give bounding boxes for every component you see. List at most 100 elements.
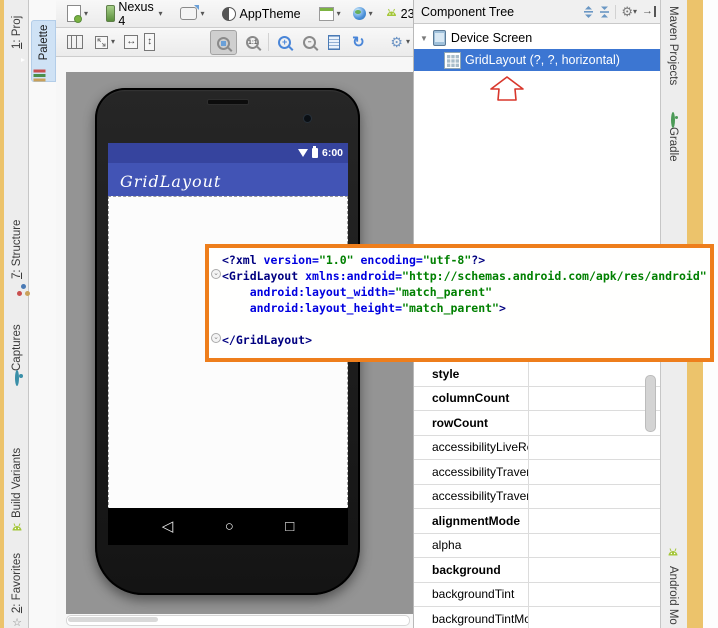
property-value[interactable] [528,484,660,508]
horizontal-arrow-icon: ↔ [126,36,137,47]
property-value[interactable] [528,411,660,435]
toolwindow-tab-7---structure[interactable]: 7: Structure [5,190,28,284]
property-value[interactable] [528,435,660,459]
orientation-selector[interactable]: ▾ [177,5,207,22]
configuration-button[interactable]: ▾ [64,3,91,24]
zoom-to-fit-button[interactable] [210,29,238,55]
favorites-icon: ☆ [11,617,22,628]
property-row[interactable]: backgroundTintMode [414,607,660,628]
collapse-triangle-icon[interactable]: ▼ [420,34,428,43]
stretch-horizontal-button[interactable]: ↔ [124,35,139,49]
configuration-icon [67,5,82,23]
property-value[interactable] [528,386,660,410]
chevron-down-icon: ▾ [111,37,116,46]
chevron-down-icon: ▾ [368,8,373,18]
property-value[interactable] [528,558,660,582]
expand-to-fit-button[interactable]: ▾ [92,34,118,51]
properties-table: style columnCount rowCount accessibilityLiv… [414,362,660,628]
xml-code-line [222,316,708,332]
designer-toolbar-row2: ▾ ↔ ↕ 1:1 + − ↻ ⚙ ▾ [56,28,413,57]
collapse-all-button[interactable] [599,6,610,18]
battery-icon [311,146,318,158]
toolwindow-tab-captures[interactable]: Captures [5,296,28,386]
theme-selector[interactable]: AppTheme [219,5,303,23]
toolwindow-tab-gradle[interactable]: Gradle [662,112,685,190]
xml-code-line: <?xml version="1.0" encoding="utf-8"?> [222,253,486,267]
show-columns-button[interactable] [64,33,86,51]
xml-code-line: android:layout_height="match_parent"> [249,301,506,315]
property-row[interactable]: columnCount [414,386,660,411]
fold-marker-icon[interactable]: ⌄ [211,333,221,343]
gradle-icon [671,112,676,128]
xml-code-line: <GridLayout xmlns:android="http://schema… [222,269,707,283]
property-row[interactable]: alpha [414,533,660,558]
refresh-button[interactable]: ↻ [349,33,368,52]
xml-code: <?xml version="1.0" encoding="utf-8"?> <G… [222,252,708,356]
gear-icon: ⚙ [390,34,403,50]
designer-settings-button[interactable]: ⚙ ▾ [387,33,413,51]
property-row[interactable]: backgroundTint [414,582,660,607]
zoom-out-icon: − [303,35,317,49]
app-title: GridLayout [120,172,222,191]
locale-selector[interactable]: ▾ [350,5,376,22]
toolwindow-tab-2---favorites[interactable]: ☆ 2: Favorites [5,538,28,628]
device-selector[interactable]: Nexus 4 ▾ [103,0,165,30]
property-row[interactable]: accessibilityLiveRegion [414,435,660,460]
xml-code-line: </GridLayout> [222,333,313,347]
status-time: 6:00 [321,147,343,159]
panel-settings-button[interactable]: ⚙ ▾ [621,5,637,18]
xml-code-line: android:layout_width="match_parent" [249,285,493,299]
property-row[interactable]: rowCount [414,411,660,436]
property-name: backgroundTint [432,587,515,602]
horizontal-scrollbar-thumb[interactable] [68,617,158,622]
preview-xml-button[interactable] [325,33,343,52]
property-name: style [432,366,460,381]
zoom-out-button[interactable]: − [300,34,319,51]
hide-panel-icon[interactable]: → [642,6,656,17]
property-row[interactable]: alignmentMode [414,509,660,534]
tab-palette[interactable]: Palette [31,20,56,82]
tree-row-gridlayout[interactable]: GridLayout (?, ?, horizontal) [414,49,660,71]
activity-selector[interactable]: ▾ [316,5,344,23]
property-row[interactable]: accessibilityTraversalAfter [414,460,660,485]
zoom-actual-size-button[interactable]: 1:1 [243,34,262,51]
stretch-vertical-button[interactable]: ↕ [144,33,155,51]
property-value[interactable] [528,509,660,533]
property-value[interactable] [528,607,660,628]
property-value[interactable] [528,460,660,484]
property-value[interactable] [528,582,660,606]
android-studio-designer: Palette ▾ Nexus 4 ▾ ▾ AppTheme ▾ ▾ 23 ▾ … [0,0,718,628]
fold-marker-icon[interactable]: ⌄ [211,269,221,279]
back-icon[interactable]: ◁ [162,519,174,534]
toolwindow-tab-android-mo[interactable]: Android Mo [662,548,685,628]
toolwindow-tab-1---proj[interactable]: 1: Proj [5,0,28,54]
activity-icon [318,6,334,21]
property-name: accessibilityTraversalBefore [432,489,528,504]
zoom-in-button[interactable]: + [275,34,294,51]
navigation-bar: ◁ ○ □ [108,508,348,545]
vertical-arrow-icon: ↕ [147,36,153,47]
recents-icon[interactable]: □ [285,519,294,534]
expand-all-button[interactable] [583,5,594,18]
home-icon[interactable]: ○ [225,519,234,534]
tree-row-device-screen[interactable]: ▼ Device Screen [414,27,660,49]
android-icon [10,523,23,537]
property-name: rowCount [432,415,488,430]
tab-label: Android Mo [667,566,680,625]
toolwindow-tab-maven-projects[interactable]: Maven Projects [662,6,685,100]
property-name: alpha [432,538,462,553]
captures-icon [14,370,19,386]
property-row[interactable]: background [414,558,660,583]
property-row[interactable]: accessibilityTraversalBefore [414,484,660,509]
component-tree-header: Component Tree ⚙ ▾ → [414,0,660,24]
property-row[interactable]: style [414,362,660,387]
property-value[interactable] [528,533,660,557]
horizontal-scrollbar[interactable] [66,615,410,626]
property-value[interactable] [528,362,660,386]
palette-icon [33,69,46,73]
earpiece [206,99,249,105]
chevron-down-icon: ▾ [158,8,163,18]
toolwindow-tab-build-variants[interactable]: Build Variants [5,430,28,536]
vertical-scrollbar-thumb[interactable] [645,375,656,432]
annotation-arrow-icon [490,76,524,101]
